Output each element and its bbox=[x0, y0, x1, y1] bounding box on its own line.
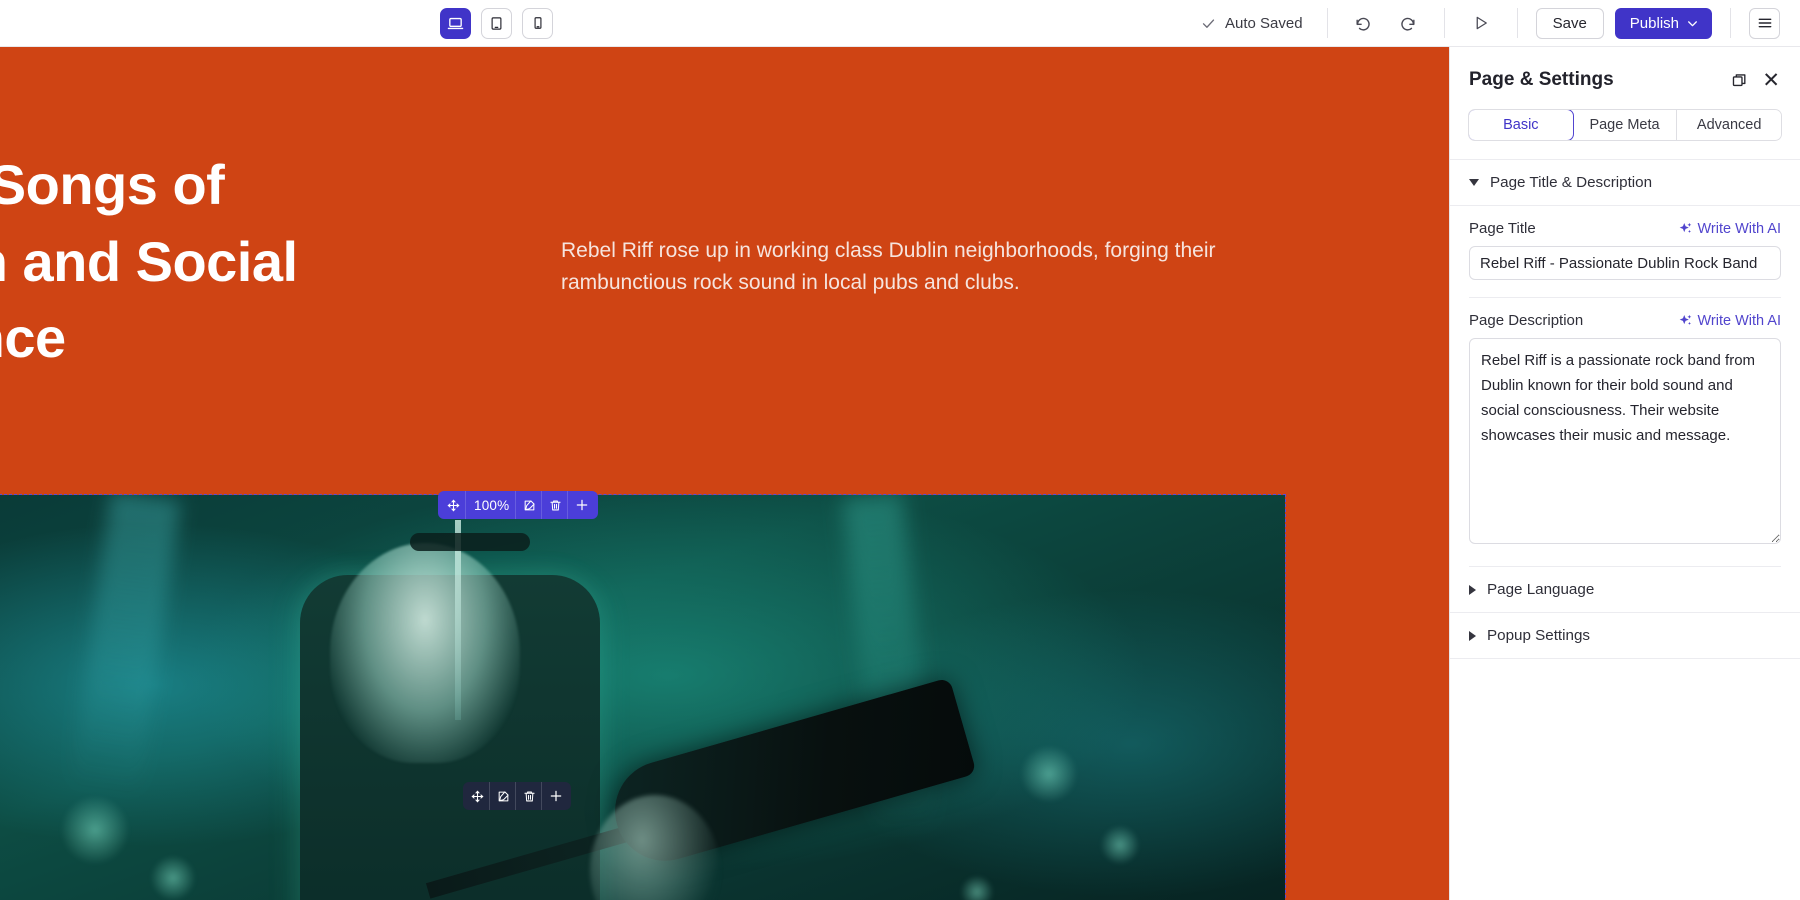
device-preview-switcher bbox=[440, 0, 553, 46]
page-title-label-row: Page Title Write With AI bbox=[1469, 206, 1781, 246]
bokeh-light-1 bbox=[60, 795, 130, 865]
autosave-label: Auto Saved bbox=[1225, 14, 1303, 32]
panel-header: Page & Settings ✕ bbox=[1450, 47, 1800, 91]
page-description-field-group: Page Description Write With AI Rebel Rif… bbox=[1450, 298, 1800, 567]
device-button-desktop[interactable] bbox=[440, 7, 471, 39]
section-toolbar-move-button[interactable] bbox=[466, 782, 490, 810]
stage-light-beam-left bbox=[69, 495, 181, 799]
page-description-ai-label: Write With AI bbox=[1697, 312, 1781, 329]
accordion-page-title-description[interactable]: Page Title & Description bbox=[1450, 160, 1800, 205]
close-panel-button[interactable]: ✕ bbox=[1762, 70, 1780, 91]
bokeh-light-4 bbox=[1100, 825, 1140, 865]
mobile-icon bbox=[534, 17, 541, 29]
hero-heading[interactable]: g Songs of on and Social ence bbox=[0, 147, 500, 377]
tab-page-meta[interactable]: Page Meta bbox=[1572, 110, 1678, 140]
edit-pencil-icon bbox=[498, 790, 509, 801]
toolbar-zoom-level[interactable]: 100% bbox=[468, 491, 517, 519]
redo-button[interactable] bbox=[1394, 9, 1422, 37]
device-button-tablet[interactable] bbox=[481, 7, 512, 39]
duplicate-panel-icon bbox=[1733, 73, 1746, 86]
toolbar-add-button[interactable] bbox=[570, 491, 594, 519]
history-controls bbox=[1328, 9, 1444, 37]
chevron-down-icon bbox=[1688, 20, 1697, 26]
microphone bbox=[410, 533, 530, 551]
undo-icon bbox=[1356, 17, 1370, 31]
toolbar-edit-button[interactable] bbox=[518, 491, 543, 519]
section-floating-toolbar bbox=[463, 782, 571, 810]
section-toolbar-delete-button[interactable] bbox=[518, 782, 542, 810]
accordion-popup-settings[interactable]: Popup Settings bbox=[1450, 613, 1800, 658]
trash-icon bbox=[524, 791, 535, 801]
tablet-icon bbox=[491, 16, 502, 30]
accordion-page-language[interactable]: Page Language bbox=[1450, 567, 1800, 612]
page-description-label-row: Page Description Write With AI bbox=[1469, 298, 1781, 338]
accordion-label-page-title-description: Page Title & Description bbox=[1490, 174, 1653, 191]
hero-paragraph[interactable]: Rebel Riff rose up in working class Dubl… bbox=[561, 235, 1241, 299]
accordion-label-popup-settings: Popup Settings bbox=[1487, 627, 1591, 644]
trash-icon bbox=[550, 500, 561, 510]
page-builder-app: Auto Saved Save Publish Songs of and Soc… bbox=[0, 0, 1800, 900]
plus-icon bbox=[577, 499, 588, 511]
hero-section[interactable]: g Songs of on and Social ence Rebel Riff… bbox=[0, 47, 1449, 442]
preview-controls bbox=[1445, 9, 1517, 37]
bokeh-light-2 bbox=[150, 855, 196, 900]
undo-button[interactable] bbox=[1350, 9, 1378, 37]
panel-title: Page & Settings bbox=[1469, 69, 1614, 90]
selected-image-block[interactable] bbox=[0, 494, 1286, 900]
tab-basic[interactable]: Basic bbox=[1469, 110, 1574, 140]
main-menu-group bbox=[1731, 7, 1800, 39]
accordion-label-page-language: Page Language bbox=[1487, 581, 1595, 598]
hamburger-menu-button[interactable] bbox=[1749, 7, 1780, 39]
toolbar-move-button[interactable] bbox=[442, 491, 466, 519]
hamburger-menu-icon bbox=[1758, 18, 1771, 28]
save-button[interactable]: Save bbox=[1535, 7, 1604, 39]
page-title-write-with-ai-button[interactable]: Write With AI bbox=[1678, 221, 1781, 237]
editor-canvas[interactable]: g Songs of on and Social ence Rebel Riff… bbox=[0, 47, 1449, 900]
move-arrows-icon bbox=[471, 790, 484, 802]
desktop-icon bbox=[447, 17, 464, 29]
tab-advanced[interactable]: Advanced bbox=[1677, 110, 1781, 140]
caret-right-icon bbox=[1469, 630, 1476, 641]
check-icon bbox=[1202, 18, 1215, 28]
caret-right-icon bbox=[1469, 584, 1476, 595]
publish-actions: Save Publish bbox=[1518, 7, 1730, 39]
page-title-input[interactable] bbox=[1469, 246, 1781, 280]
plus-icon bbox=[550, 790, 562, 802]
image-floating-toolbar: 100% bbox=[438, 491, 599, 519]
toolbar-delete-button[interactable] bbox=[544, 491, 569, 519]
page-description-textarea[interactable]: Rebel Riff is a passionate rock band fro… bbox=[1469, 338, 1781, 544]
musician-hair bbox=[330, 543, 520, 763]
autosave-status: Auto Saved bbox=[1201, 8, 1327, 38]
page-description-write-with-ai-button[interactable]: Write With AI bbox=[1678, 313, 1781, 329]
duplicate-panel-button[interactable] bbox=[1731, 72, 1748, 89]
edit-pencil-icon bbox=[524, 499, 535, 510]
redo-icon bbox=[1401, 17, 1415, 31]
publish-button[interactable]: Publish bbox=[1614, 7, 1712, 39]
page-description-label: Page Description bbox=[1469, 312, 1584, 329]
section-toolbar-edit-button[interactable] bbox=[492, 782, 516, 810]
page-settings-panel: Page & Settings ✕ Basic Page Meta Advanc… bbox=[1449, 47, 1800, 900]
topbar-left-spacer bbox=[0, 0, 440, 46]
page-title-field-group: Page Title Write With AI bbox=[1450, 206, 1800, 298]
play-preview-icon bbox=[1476, 16, 1487, 30]
sparkle-icon bbox=[1680, 222, 1692, 233]
panel-tabs: Basic Page Meta Advanced bbox=[1468, 109, 1782, 141]
bokeh-light-3 bbox=[1020, 745, 1078, 803]
section-toolbar-add-button[interactable] bbox=[544, 782, 568, 810]
panel-divider-popup bbox=[1450, 658, 1800, 659]
sparkle-icon bbox=[1680, 314, 1692, 325]
page-title-label: Page Title bbox=[1469, 220, 1536, 237]
page-title-ai-label: Write With AI bbox=[1697, 220, 1781, 237]
device-button-mobile[interactable] bbox=[522, 7, 553, 39]
preview-button[interactable] bbox=[1467, 9, 1495, 37]
caret-down-icon bbox=[1469, 179, 1479, 186]
bokeh-light-5 bbox=[960, 875, 994, 900]
concert-photo bbox=[0, 495, 1285, 900]
top-toolbar: Auto Saved Save Publish bbox=[0, 0, 1800, 47]
publish-label: Publish bbox=[1629, 14, 1679, 32]
panel-header-actions: ✕ bbox=[1731, 70, 1780, 91]
move-arrows-icon bbox=[447, 499, 460, 511]
